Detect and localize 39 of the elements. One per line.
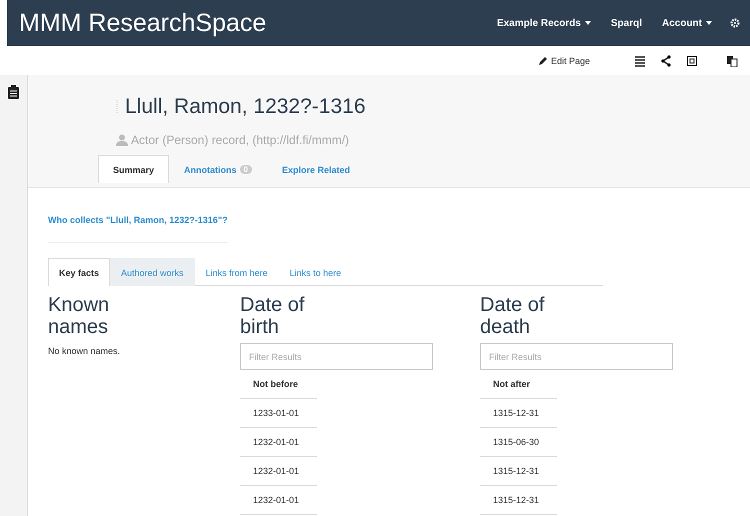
table-cell: 1315-06-30	[480, 428, 557, 457]
table-cell: 1315-12-31	[480, 399, 557, 428]
drag-handle-icon[interactable]	[116, 100, 119, 114]
record-tab[interactable]: Summary	[98, 155, 170, 183]
column-header[interactable]: Not after	[480, 370, 557, 399]
nav-link[interactable]: Account	[662, 18, 712, 28]
nav-link[interactable]: Sparql	[610, 18, 642, 28]
record-title: Llull, Ramon, 1232?-1316	[125, 95, 366, 119]
brand-title[interactable]: MMM ResearchSpace	[19, 8, 477, 38]
table-cell: 1315-12-31	[480, 457, 557, 486]
record-subtitle: Actor (Person) record, (http://ldf.fi/mmm/)	[131, 133, 350, 147]
section-title: Date of birth	[240, 294, 306, 338]
content-tab[interactable]: Links from here	[194, 258, 279, 286]
table-cell: 1232-01-01	[240, 457, 317, 486]
frame-icon[interactable]	[686, 54, 698, 66]
table-cell: 1232-01-01	[240, 486, 317, 515]
share-icon[interactable]	[660, 54, 672, 66]
section-title: Known names	[48, 294, 110, 338]
list-icon[interactable]	[634, 54, 646, 66]
empty-message: No known names.	[48, 346, 122, 356]
pencil-icon	[538, 56, 548, 65]
column-header[interactable]: Not before	[240, 370, 317, 399]
question-link[interactable]: Who collects "Llull, Ramon, 1232?-1316"?	[48, 215, 228, 225]
nav-link[interactable]: Example Records	[496, 18, 591, 28]
caret-icon	[706, 21, 712, 25]
copy-icon[interactable]	[726, 54, 738, 66]
settings-icon[interactable]	[730, 18, 740, 28]
edit-page-link[interactable]: Edit Page	[538, 56, 590, 66]
clipboard-icon[interactable]	[8, 85, 19, 99]
content-tab[interactable]: Links to here	[278, 258, 352, 286]
content-tab[interactable]: Key facts	[48, 258, 110, 286]
caret-icon	[584, 21, 591, 25]
table-cell: 1315-12-31	[480, 486, 557, 515]
filter-field[interactable]: Filter Results	[480, 343, 673, 370]
section-title: Date of death	[480, 294, 546, 338]
person-icon	[116, 134, 128, 146]
table-cell: 1233-01-01	[240, 399, 317, 428]
filter-field[interactable]: Filter Results	[240, 343, 433, 370]
table-cell: 1232-01-01	[240, 428, 317, 457]
